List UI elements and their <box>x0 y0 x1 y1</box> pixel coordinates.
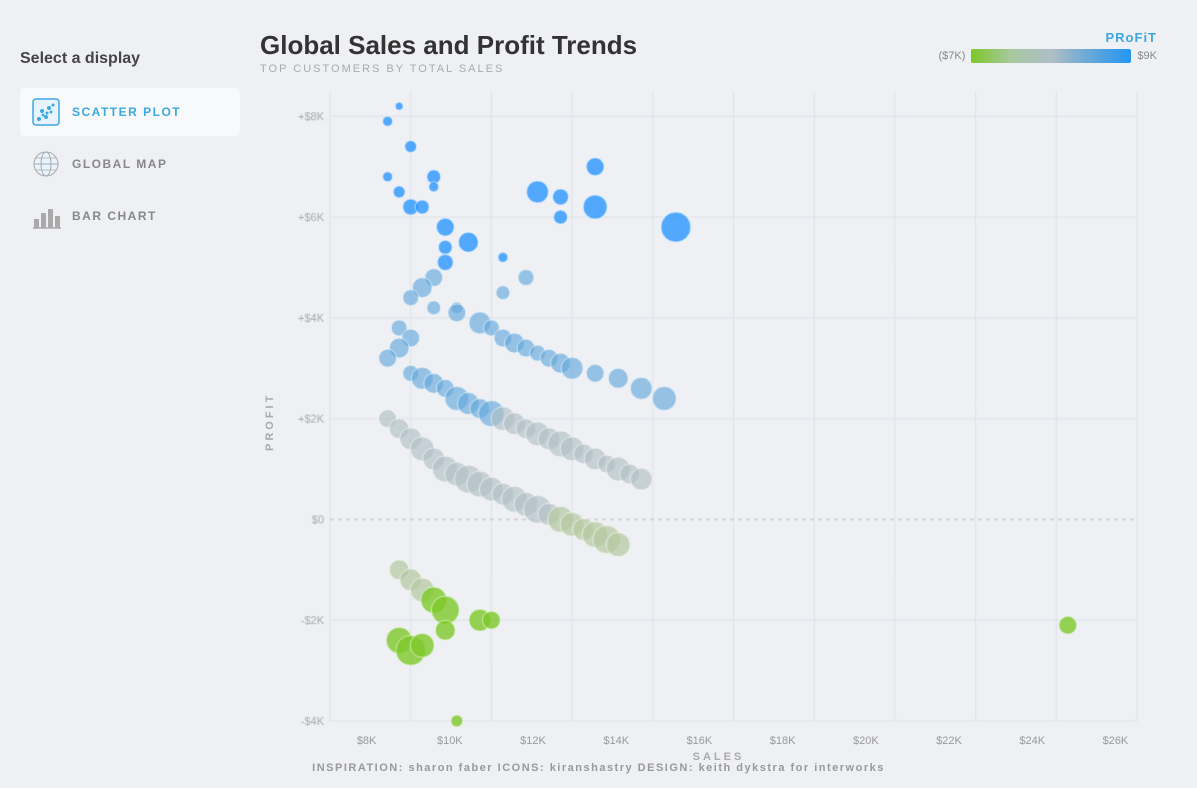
sidebar: Select a display SCATTER PLOT <box>20 20 240 768</box>
bar-chart-label: BAR CHART <box>72 209 157 223</box>
plot-inner: $8K$10K$12K$14K$16K$18K$20K$22K$24K$26K … <box>280 81 1157 763</box>
legend-title: PRoFiT <box>1106 30 1158 45</box>
legend-max-label: $9K <box>1137 50 1157 62</box>
scatter-plot-icon <box>30 96 62 128</box>
chart-subtitle: TOP CUSTOMERS BY TOTAL SALES <box>260 63 637 75</box>
scatter-plot-label: SCATTER PLOT <box>72 105 181 119</box>
x-tick: $8K <box>325 735 408 747</box>
x-tick: $22K <box>907 735 990 747</box>
global-map-option[interactable]: GLOBAL MAP <box>20 140 240 188</box>
legend-gradient-row: ($7K) $9K <box>939 49 1157 63</box>
x-tick: $10K <box>408 735 491 747</box>
bar-chart-icon <box>30 200 62 232</box>
scatter-plot-option[interactable]: SCATTER PLOT <box>20 88 240 136</box>
x-tick: $24K <box>991 735 1074 747</box>
x-tick: $20K <box>824 735 907 747</box>
x-ticks: $8K$10K$12K$14K$16K$18K$20K$22K$24K$26K <box>280 735 1157 747</box>
x-axis-area: $8K$10K$12K$14K$16K$18K$20K$22K$24K$26K … <box>280 735 1157 763</box>
footer-text: INSPIRATION: sharon faber ICONS: kiransh… <box>312 762 885 774</box>
main-container: Select a display SCATTER PLOT <box>0 0 1197 788</box>
x-tick: $12K <box>491 735 574 747</box>
scatter-plot-canvas <box>280 81 1157 731</box>
x-tick: $26K <box>1074 735 1157 747</box>
x-tick: $16K <box>658 735 741 747</box>
global-map-label: GLOBAL MAP <box>72 157 167 171</box>
chart-title: Global Sales and Profit Trends <box>260 30 637 61</box>
x-tick: $18K <box>741 735 824 747</box>
legend-block: PRoFiT ($7K) $9K <box>939 30 1157 63</box>
plot-wrapper: PROFIT $8K$10K$12K$14K$16K$18K$20K$22K$2… <box>260 81 1157 763</box>
chart-area: Global Sales and Profit Trends TOP CUSTO… <box>250 20 1177 768</box>
legend-gradient <box>971 49 1131 63</box>
chart-header: Global Sales and Profit Trends TOP CUSTO… <box>260 30 1157 75</box>
chart-title-block: Global Sales and Profit Trends TOP CUSTO… <box>260 30 637 75</box>
legend-min-label: ($7K) <box>939 50 966 62</box>
plot-canvas-wrapper <box>280 81 1157 731</box>
x-tick: $14K <box>575 735 658 747</box>
footer: INSPIRATION: sharon faber ICONS: kiransh… <box>0 762 1197 774</box>
global-map-icon <box>30 148 62 180</box>
sidebar-title: Select a display <box>20 50 240 68</box>
y-axis-label: PROFIT <box>260 81 280 763</box>
bar-chart-option[interactable]: BAR CHART <box>20 192 240 240</box>
